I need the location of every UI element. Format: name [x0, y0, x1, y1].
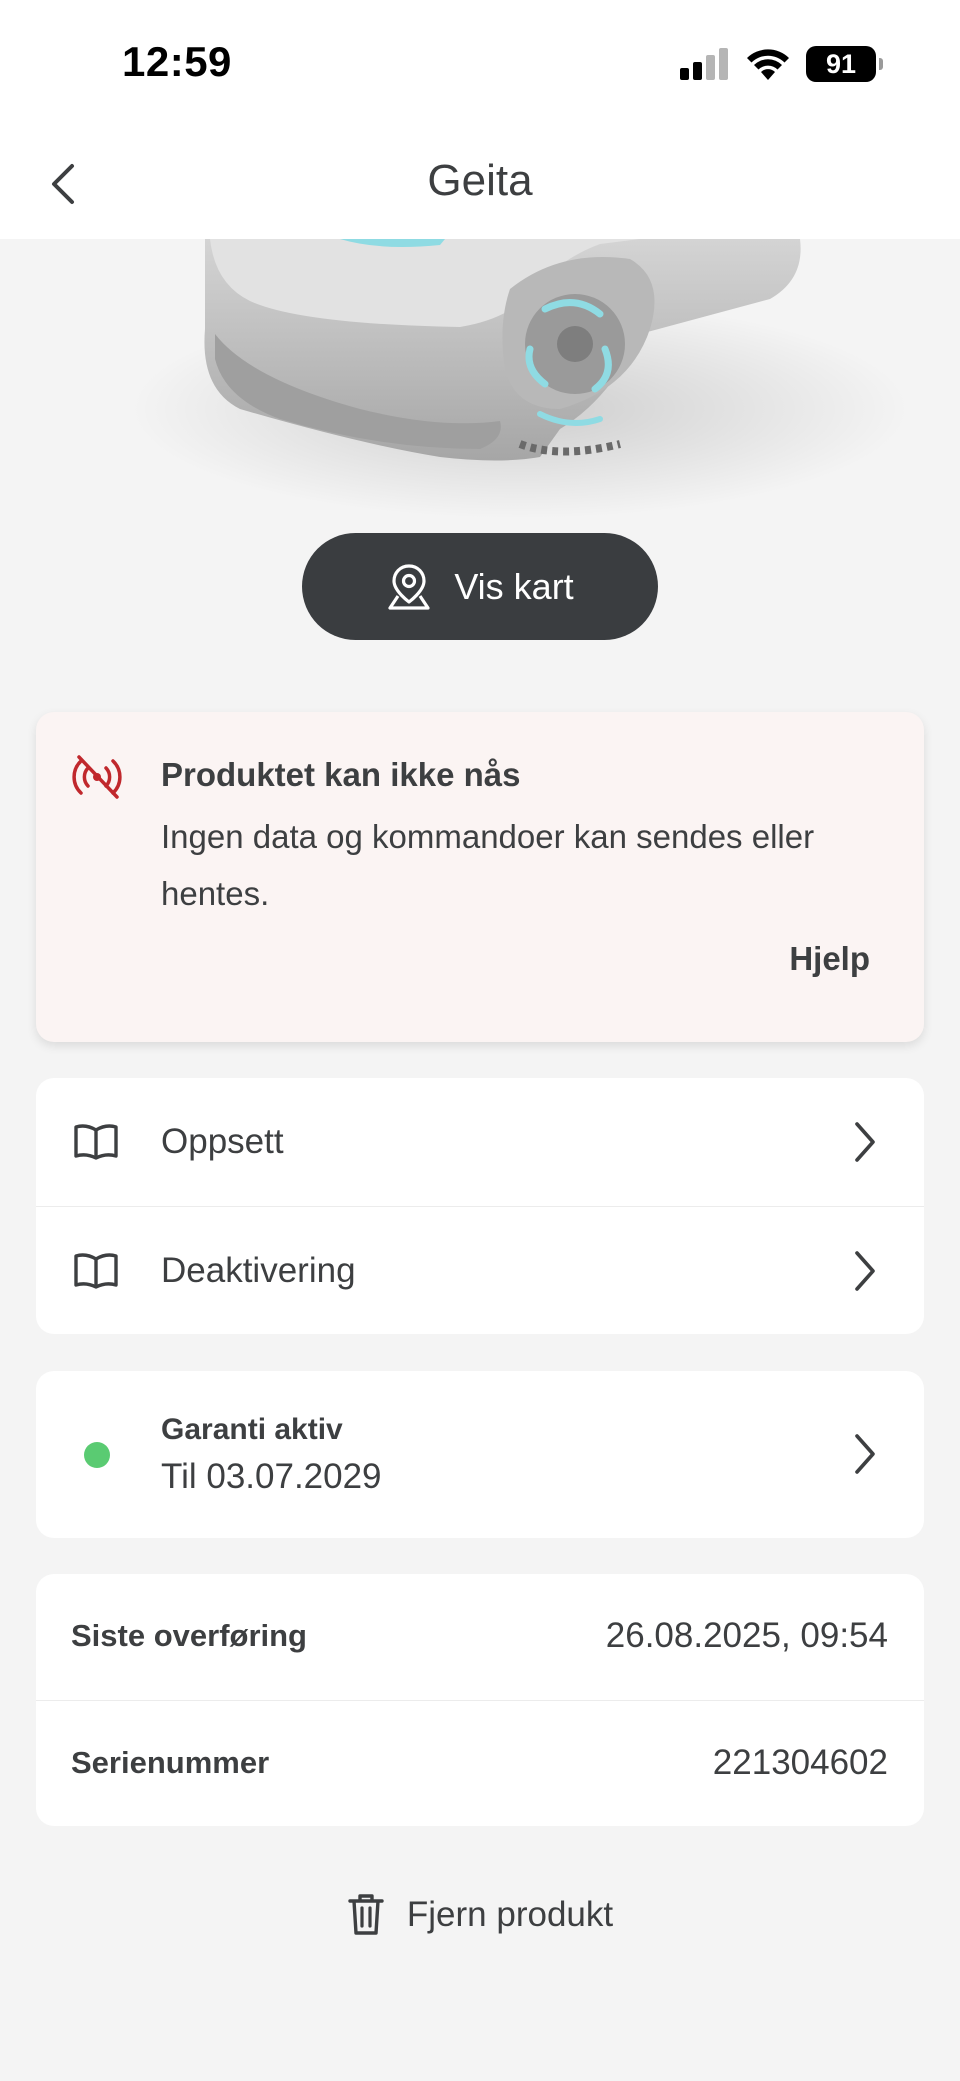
- status-bar: 12:59 91: [0, 0, 960, 126]
- battery-indicator: 91: [806, 46, 883, 82]
- info-row-serial-number: Serienummer 221304602: [36, 1700, 924, 1826]
- book-icon: [74, 1124, 118, 1160]
- signal-off-icon: [72, 755, 122, 799]
- guide-item-deactivation[interactable]: Deaktivering: [36, 1206, 924, 1334]
- status-time: 12:59: [122, 38, 232, 85]
- wifi-icon: [747, 49, 789, 80]
- product-info-card: Siste overføring 26.08.2025, 09:54 Serie…: [36, 1574, 924, 1826]
- nav-bar: Geita: [0, 126, 960, 239]
- guide-label: Oppsett: [161, 1122, 284, 1161]
- info-value: 221304602: [712, 1743, 888, 1782]
- trash-icon: [348, 1894, 384, 1935]
- warranty-status-dot: [84, 1442, 110, 1468]
- cellular-signal-icon: [680, 48, 728, 80]
- guides-card: Oppsett Deaktivering: [36, 1078, 924, 1334]
- warranty-card[interactable]: Garanti aktiv Til 03.07.2029: [36, 1371, 924, 1538]
- remove-product-label: Fjern produkt: [406, 1895, 614, 1934]
- info-label: Serienummer: [71, 1745, 270, 1780]
- map-pin-icon: [388, 563, 430, 610]
- alert-title: Produktet kan ikke nås: [161, 756, 521, 793]
- alert-message: Ingen data og kommandoer kan sendes elle…: [161, 818, 815, 912]
- show-map-label: Vis kart: [454, 565, 574, 607]
- chevron-right-icon: [855, 1250, 875, 1291]
- guide-label: Deaktivering: [161, 1250, 356, 1290]
- help-link[interactable]: Hjelp: [789, 940, 870, 978]
- chevron-right-icon: [855, 1434, 875, 1474]
- info-value: 26.08.2025, 09:54: [605, 1616, 888, 1655]
- info-row-last-transfer: Siste overføring 26.08.2025, 09:54: [36, 1574, 924, 1700]
- warranty-title: Garanti aktiv: [161, 1413, 343, 1446]
- page-title: Geita: [427, 156, 533, 205]
- info-label: Siste overføring: [71, 1618, 307, 1653]
- warranty-expiry: Til 03.07.2029: [161, 1457, 382, 1496]
- status-icons: 91: [680, 44, 883, 84]
- remove-product-button[interactable]: Fjern produkt: [0, 1885, 960, 1945]
- guide-item-setup[interactable]: Oppsett: [36, 1078, 924, 1206]
- product-image: [0, 239, 960, 519]
- connection-alert: Produktet kan ikke nås Ingen data og kom…: [36, 712, 924, 1042]
- book-icon: [74, 1252, 118, 1289]
- show-map-button[interactable]: Vis kart: [302, 533, 658, 640]
- chevron-right-icon: [855, 1122, 875, 1162]
- battery-level: 91: [825, 48, 857, 79]
